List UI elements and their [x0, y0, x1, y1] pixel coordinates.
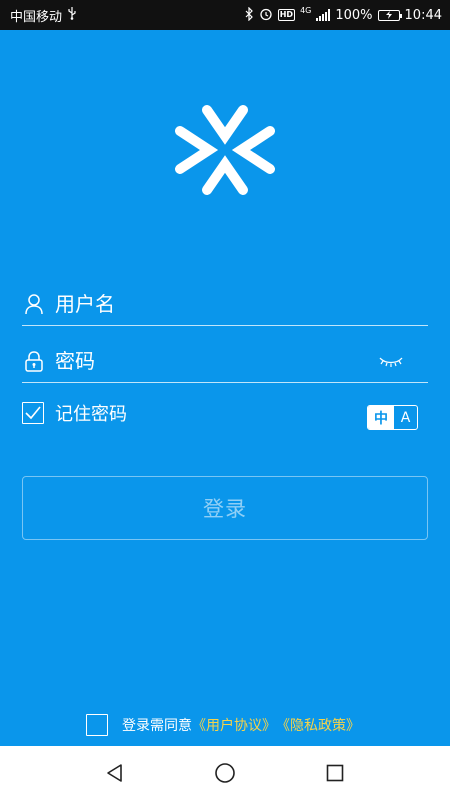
lock-icon [23, 350, 45, 372]
system-nav-bar [0, 746, 450, 800]
home-circle-icon[interactable] [210, 758, 240, 788]
input-method-toggle[interactable]: 中 A [367, 405, 418, 430]
user-icon [23, 293, 45, 315]
app-logo-icon [175, 100, 275, 200]
user-agreement-link[interactable]: 《用户协议》 [192, 715, 276, 735]
username-input[interactable] [55, 291, 428, 316]
agreement-prefix: 登录需同意 [122, 718, 192, 734]
hd-badge: HD [277, 9, 296, 21]
username-field[interactable] [22, 282, 428, 326]
password-field[interactable] [22, 339, 428, 383]
login-button[interactable]: 登录 [22, 476, 428, 540]
alarm-icon [259, 7, 273, 24]
ime-english[interactable]: A [394, 406, 417, 429]
agreement-checkbox[interactable] [86, 714, 108, 736]
eye-closed-icon[interactable] [378, 354, 404, 368]
status-left: 中国移动 [10, 6, 77, 25]
ime-chinese[interactable]: 中 [368, 406, 394, 429]
carrier-name: 中国移动 [10, 9, 63, 25]
clock-time: 10:44 [404, 7, 442, 23]
bluetooth-icon [245, 6, 254, 24]
agreement-row: 登录需同意 《用户协议》 《隐私政策》 [86, 714, 360, 736]
remember-label: 记住密码 [55, 404, 127, 425]
network-type: 4G [300, 6, 312, 15]
remember-password[interactable]: 记住密码 [22, 400, 127, 426]
battery-icon [377, 9, 402, 21]
password-input[interactable] [55, 348, 378, 373]
remember-checkbox[interactable] [22, 402, 44, 424]
signal-icon [316, 9, 331, 21]
battery-percent: 100% [335, 7, 373, 23]
usb-icon [67, 6, 77, 24]
privacy-policy-link[interactable]: 《隐私政策》 [276, 715, 360, 735]
recents-square-icon[interactable] [320, 758, 350, 788]
status-bar: 中国移动 HD 4G 100% 10:44 [0, 0, 450, 30]
status-right: HD 4G 100% 10:44 [245, 6, 442, 24]
back-triangle-icon[interactable] [100, 758, 130, 788]
